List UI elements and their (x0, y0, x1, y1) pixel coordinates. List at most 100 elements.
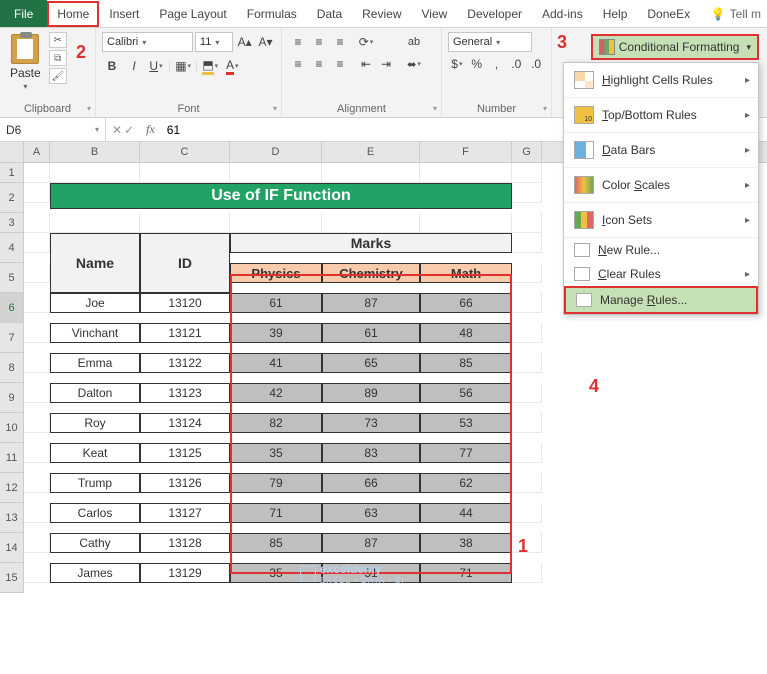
align-middle-button[interactable]: ≡ (309, 32, 329, 52)
col-header-F[interactable]: F (420, 142, 512, 162)
font-color-button[interactable]: A (222, 56, 242, 76)
cell-math-11[interactable]: 77 (420, 443, 512, 463)
header-name[interactable]: Name (50, 233, 140, 293)
cell-physics-14[interactable]: 85 (230, 533, 322, 553)
row-header-7[interactable]: 7 (0, 323, 24, 353)
cell-name-8[interactable]: Emma (50, 353, 140, 373)
cell-math-10[interactable]: 53 (420, 413, 512, 433)
cell-name-12[interactable]: Trump (50, 473, 140, 493)
cell-math-6[interactable]: 66 (420, 293, 512, 313)
merge-center-button[interactable]: ⬌ (402, 54, 426, 74)
cf-color-scales[interactable]: Color Scales (564, 168, 758, 203)
col-header-G[interactable]: G (512, 142, 542, 162)
decrease-font-button[interactable]: A▾ (256, 32, 275, 52)
cell-id-9[interactable]: 13123 (140, 383, 230, 403)
fill-color-button[interactable]: ⬒ (200, 56, 220, 76)
col-header-C[interactable]: C (140, 142, 230, 162)
tab-help[interactable]: Help (593, 1, 638, 27)
cell[interactable] (420, 213, 512, 233)
header-marks[interactable]: Marks (230, 233, 512, 253)
row-header-12[interactable]: 12 (0, 473, 24, 503)
cell[interactable] (322, 163, 420, 183)
comma-button[interactable]: , (488, 54, 506, 74)
select-all-corner[interactable] (0, 142, 24, 162)
cf-new-rule[interactable]: New Rule... (564, 238, 758, 262)
header-physics[interactable]: Physics (230, 263, 322, 283)
cell[interactable] (24, 213, 50, 233)
tab-addins[interactable]: Add-ins (532, 1, 593, 27)
cf-top-bottom-rules[interactable]: Top/Bottom Rules (564, 98, 758, 133)
cell-chemistry-9[interactable]: 89 (322, 383, 420, 403)
cell-physics-6[interactable]: 61 (230, 293, 322, 313)
header-id[interactable]: ID (140, 233, 230, 293)
cell-name-11[interactable]: Keat (50, 443, 140, 463)
cell-math-14[interactable]: 38 (420, 533, 512, 553)
number-format-dropdown[interactable]: General (448, 32, 532, 52)
increase-indent-button[interactable]: ⇥ (376, 54, 396, 74)
tab-file[interactable]: File (0, 0, 47, 27)
col-header-E[interactable]: E (322, 142, 420, 162)
tab-developer[interactable]: Developer (457, 1, 532, 27)
name-box[interactable]: D6 (0, 118, 106, 141)
cell-name-6[interactable]: Joe (50, 293, 140, 313)
conditional-formatting-button[interactable]: Conditional Formatting (591, 34, 759, 60)
cell-id-14[interactable]: 13128 (140, 533, 230, 553)
cell-chemistry-15[interactable]: 51 (322, 563, 420, 583)
cell-math-7[interactable]: 48 (420, 323, 512, 343)
cell-chemistry-11[interactable]: 83 (322, 443, 420, 463)
cell-physics-8[interactable]: 41 (230, 353, 322, 373)
cell-physics-10[interactable]: 82 (230, 413, 322, 433)
tab-data[interactable]: Data (307, 1, 352, 27)
cell-math-12[interactable]: 62 (420, 473, 512, 493)
cell-math-15[interactable]: 71 (420, 563, 512, 583)
increase-decimal-button[interactable]: .0 (507, 54, 525, 74)
font-size-dropdown[interactable]: 11 (195, 32, 233, 52)
row-header-5[interactable]: 5 (0, 263, 24, 293)
cell-name-13[interactable]: Carlos (50, 503, 140, 523)
col-header-D[interactable]: D (230, 142, 322, 162)
align-top-button[interactable]: ≡ (288, 32, 308, 52)
cell-id-11[interactable]: 13125 (140, 443, 230, 463)
cell-chemistry-12[interactable]: 66 (322, 473, 420, 493)
cell-chemistry-10[interactable]: 73 (322, 413, 420, 433)
row-header-1[interactable]: 1 (0, 163, 24, 183)
cf-icon-sets[interactable]: Icon Sets (564, 203, 758, 238)
cell-id-7[interactable]: 13121 (140, 323, 230, 343)
cell[interactable] (512, 163, 542, 183)
tab-page-layout[interactable]: Page Layout (149, 1, 236, 27)
cell-id-8[interactable]: 13122 (140, 353, 230, 373)
align-center-button[interactable]: ≡ (309, 54, 329, 74)
cf-highlight-cells-rules[interactable]: HHighlight Cells Rulesighlight Cells Rul… (564, 63, 758, 98)
cell[interactable] (140, 213, 230, 233)
cell-math-8[interactable]: 85 (420, 353, 512, 373)
decrease-indent-button[interactable]: ⇤ (356, 54, 376, 74)
cf-data-bars[interactable]: Data Bars (564, 133, 758, 168)
align-left-button[interactable]: ≡ (288, 54, 308, 74)
cell-chemistry-13[interactable]: 63 (322, 503, 420, 523)
font-name-dropdown[interactable]: Calibri (102, 32, 193, 52)
cell-name-15[interactable]: James (50, 563, 140, 583)
cell-id-10[interactable]: 13124 (140, 413, 230, 433)
paste-button[interactable]: Paste ▾ (6, 32, 45, 93)
col-header-B[interactable]: B (50, 142, 140, 162)
bold-button[interactable]: B (102, 56, 122, 76)
orientation-button[interactable]: ⟳ (356, 32, 376, 52)
cell-name-7[interactable]: Vinchant (50, 323, 140, 343)
cell[interactable] (322, 213, 420, 233)
tab-insert[interactable]: Insert (99, 1, 149, 27)
cell-math-13[interactable]: 44 (420, 503, 512, 523)
cell-physics-12[interactable]: 79 (230, 473, 322, 493)
increase-font-button[interactable]: A▴ (235, 32, 254, 52)
cell-name-14[interactable]: Cathy (50, 533, 140, 553)
tab-home[interactable]: Home (47, 1, 99, 27)
cell[interactable] (230, 213, 322, 233)
cell-physics-15[interactable]: 35 (230, 563, 322, 583)
decrease-decimal-button[interactable]: .0 (527, 54, 545, 74)
header-chemistry[interactable]: Chemistry (322, 263, 420, 283)
tab-formulas[interactable]: Formulas (237, 1, 307, 27)
header-math[interactable]: Math (420, 263, 512, 283)
tab-doneex[interactable]: DoneEx (637, 1, 700, 27)
cell[interactable] (50, 163, 140, 183)
percent-button[interactable]: % (468, 54, 486, 74)
row-header-14[interactable]: 14 (0, 533, 24, 563)
